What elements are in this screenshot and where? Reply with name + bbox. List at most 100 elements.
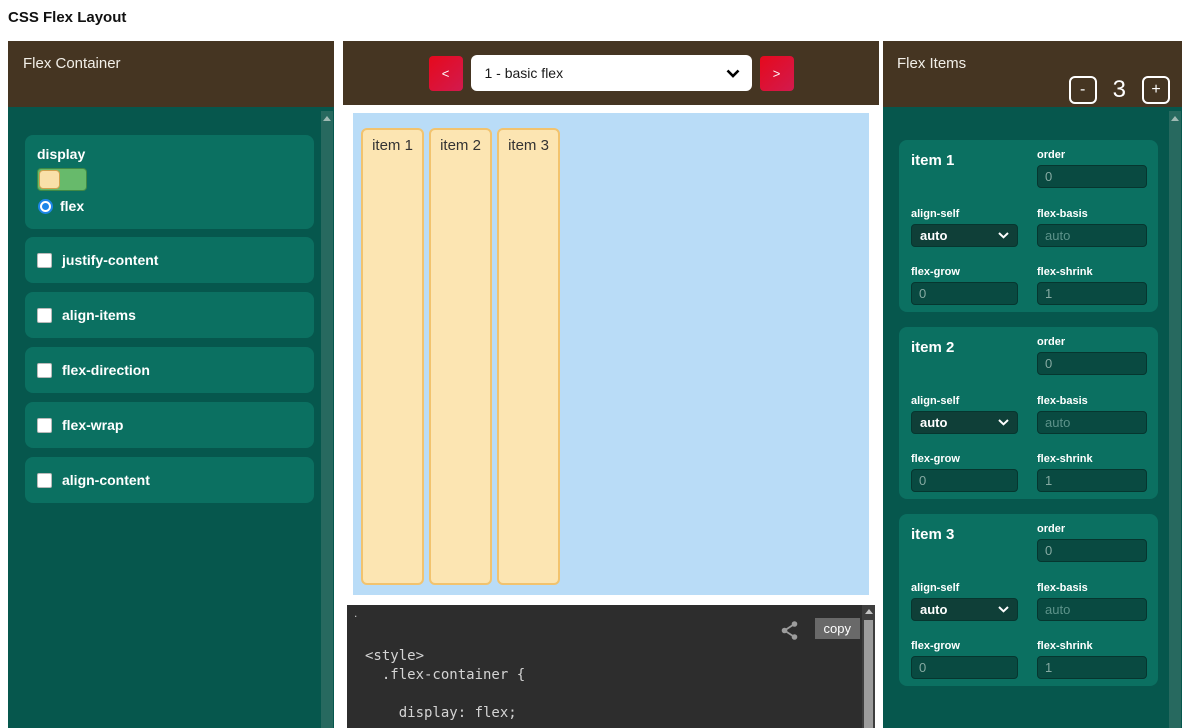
flex-basis-label: flex-basis	[1037, 208, 1147, 220]
order-label: order	[1037, 149, 1147, 161]
order-label: order	[1037, 523, 1147, 535]
item-3-card: item 3 order align-self auto flex-basis	[899, 514, 1158, 686]
flex-basis-label: flex-basis	[1037, 395, 1147, 407]
item-3-align-self-value: auto	[920, 602, 947, 617]
display-toggle[interactable]	[37, 168, 87, 191]
property-card-justify-content: justify-content	[25, 237, 314, 283]
flex-shrink-label: flex-shrink	[1037, 453, 1147, 465]
item-1-flex-shrink-input[interactable]	[1037, 282, 1147, 305]
align-items-checkbox[interactable]	[37, 308, 52, 323]
chevron-down-icon	[998, 606, 1009, 613]
align-items-label: align-items	[62, 307, 136, 323]
item-2-align-self-select[interactable]: auto	[911, 411, 1018, 434]
share-button[interactable]	[780, 620, 799, 644]
preview-flex-item-2: item 2	[429, 128, 492, 585]
flex-items-panel: Flex Items - 3 + item 1 order align-self…	[883, 41, 1182, 728]
property-card-align-items: align-items	[25, 292, 314, 338]
chevron-down-icon	[998, 419, 1009, 426]
code-scroll-up-icon[interactable]	[865, 609, 873, 614]
preview-panel: < 1 - basic flex > item 1 item 2 item 3 …	[343, 41, 879, 728]
code-cursor-dot: .	[354, 606, 357, 620]
display-toggle-knob[interactable]	[39, 170, 60, 189]
flex-container-panel-header: Flex Container	[8, 41, 334, 107]
page-title: CSS Flex Layout	[8, 9, 126, 26]
align-self-label: align-self	[911, 582, 1018, 594]
item-1-name: item 1	[911, 149, 1018, 195]
item-1-flex-basis-input[interactable]	[1037, 224, 1147, 247]
flex-radio-label: flex	[60, 198, 84, 214]
flex-items-panel-header: Flex Items - 3 +	[883, 41, 1182, 107]
flex-direction-label: flex-direction	[62, 362, 150, 378]
align-self-label: align-self	[911, 395, 1018, 407]
flex-items-scrollbar[interactable]	[1169, 111, 1181, 728]
item-3-flex-basis-input[interactable]	[1037, 598, 1147, 621]
property-card-flex-wrap: flex-wrap	[25, 402, 314, 448]
item-2-card: item 2 order align-self auto flex-basis	[899, 327, 1158, 499]
property-card-flex-direction: flex-direction	[25, 347, 314, 393]
flex-container-scrollbar[interactable]	[321, 111, 333, 728]
align-content-checkbox[interactable]	[37, 473, 52, 488]
item-2-flex-shrink-input[interactable]	[1037, 469, 1147, 492]
flex-container-panel: Flex Container display flex justify-cont…	[8, 41, 334, 728]
code-panel: . copy <style> .flex-container { display…	[347, 605, 875, 728]
chevron-down-icon	[998, 232, 1009, 239]
item-2-flex-grow-input[interactable]	[911, 469, 1018, 492]
item-3-order-input[interactable]	[1037, 539, 1147, 562]
share-icon	[780, 620, 799, 644]
item-3-name: item 3	[911, 523, 1018, 569]
flex-grow-label: flex-grow	[911, 453, 1018, 465]
flex-container-panel-title: Flex Container	[23, 55, 121, 72]
previous-example-button[interactable]: <	[429, 56, 463, 91]
code-scroll-thumb[interactable]	[864, 620, 873, 728]
property-card-align-content: align-content	[25, 457, 314, 503]
item-2-order-input[interactable]	[1037, 352, 1147, 375]
preview-flex-item-3: item 3	[497, 128, 560, 585]
flex-radio-dot	[42, 203, 49, 210]
item-3-flex-shrink-input[interactable]	[1037, 656, 1147, 679]
scroll-up-icon[interactable]	[323, 116, 331, 121]
flex-wrap-label: flex-wrap	[62, 417, 123, 433]
flex-direction-checkbox[interactable]	[37, 363, 52, 378]
order-label: order	[1037, 336, 1147, 348]
flex-grow-label: flex-grow	[911, 266, 1018, 278]
align-self-label: align-self	[911, 208, 1018, 220]
flex-items-panel-body: item 1 order align-self auto flex-basis	[883, 107, 1182, 728]
item-1-flex-grow-input[interactable]	[911, 282, 1018, 305]
flex-basis-label: flex-basis	[1037, 582, 1147, 594]
increase-items-button[interactable]: +	[1142, 76, 1170, 104]
scroll-up-icon[interactable]	[1171, 116, 1179, 121]
justify-content-label: justify-content	[62, 252, 158, 268]
justify-content-checkbox[interactable]	[37, 253, 52, 268]
item-3-flex-grow-input[interactable]	[911, 656, 1018, 679]
generated-css-code: <style> .flex-container { display: flex;	[365, 647, 861, 723]
decrease-items-button[interactable]: -	[1069, 76, 1097, 104]
example-select-value: 1 - basic flex	[485, 65, 564, 81]
item-count-stepper: - 3 +	[1069, 76, 1170, 104]
flex-shrink-label: flex-shrink	[1037, 640, 1147, 652]
flex-items-panel-title: Flex Items	[897, 55, 966, 72]
preview-flex-item-1: item 1	[361, 128, 424, 585]
preview-header: < 1 - basic flex >	[343, 41, 879, 105]
chevron-down-icon	[726, 69, 740, 78]
example-select[interactable]: 1 - basic flex	[471, 55, 752, 91]
flex-wrap-checkbox[interactable]	[37, 418, 52, 433]
display-card: display flex	[25, 135, 314, 229]
item-2-name: item 2	[911, 336, 1018, 382]
flex-grow-label: flex-grow	[911, 640, 1018, 652]
item-1-align-self-select[interactable]: auto	[911, 224, 1018, 247]
item-1-order-input[interactable]	[1037, 165, 1147, 188]
item-2-flex-basis-input[interactable]	[1037, 411, 1147, 434]
flex-radio[interactable]	[38, 199, 53, 214]
item-1-card: item 1 order align-self auto flex-basis	[899, 140, 1158, 312]
next-example-button[interactable]: >	[760, 56, 794, 91]
display-label: display	[37, 146, 85, 162]
copy-button[interactable]: copy	[815, 618, 860, 639]
item-count: 3	[1113, 76, 1126, 104]
flex-preview-container: item 1 item 2 item 3	[353, 113, 869, 595]
item-1-align-self-value: auto	[920, 228, 947, 243]
item-3-align-self-select[interactable]: auto	[911, 598, 1018, 621]
flex-shrink-label: flex-shrink	[1037, 266, 1147, 278]
code-scrollbar[interactable]	[862, 605, 875, 728]
item-2-align-self-value: auto	[920, 415, 947, 430]
flex-container-panel-body: display flex justify-content align-items…	[8, 107, 334, 728]
